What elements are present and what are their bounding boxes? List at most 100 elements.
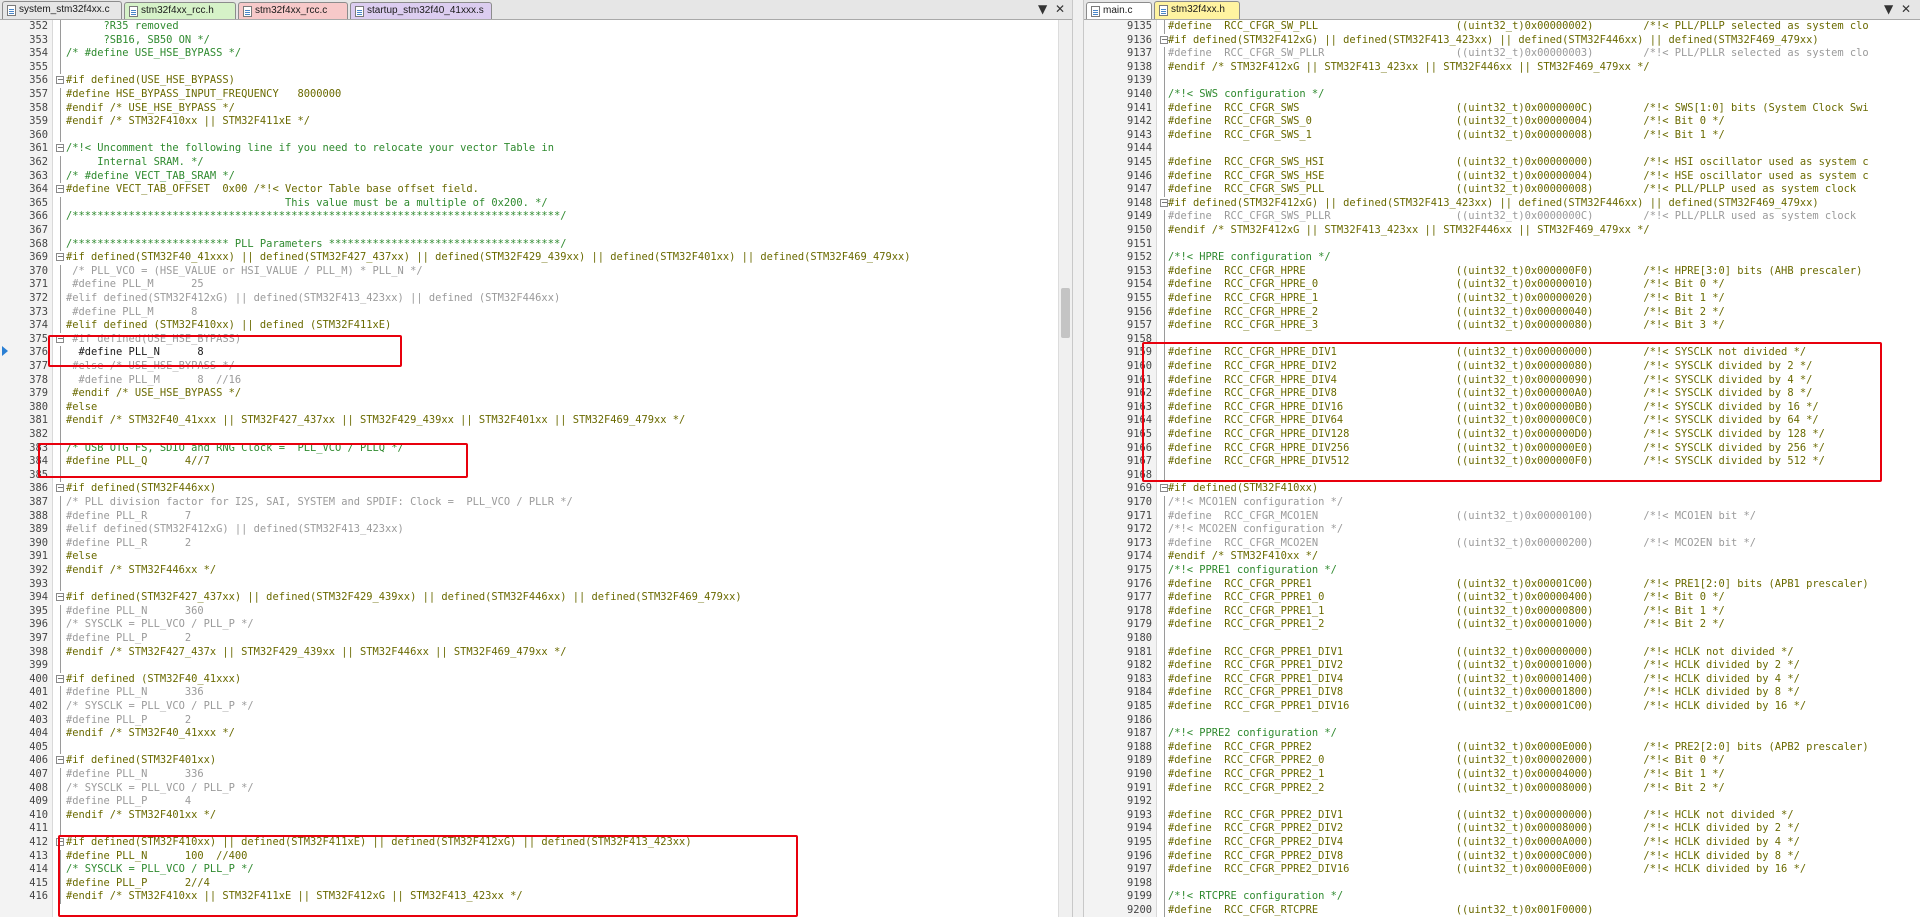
code-line[interactable]: 9156 #define RCC_CFGR_HPRE_2 ((uint32_t)0… [1084, 305, 1920, 320]
code-line[interactable]: 9187 /*!< PPRE2 configuration */ [1084, 727, 1920, 741]
code-line[interactable]: 355 [0, 60, 1072, 75]
code-line[interactable]: 394− #if defined(STM32F427_437xx) || defi… [0, 591, 1072, 605]
code-line[interactable]: 405 [0, 740, 1072, 755]
code-line[interactable]: 9198 [1084, 876, 1920, 891]
code-line[interactable]: 9140 /*!< SWS configuration */ [1084, 88, 1920, 102]
code-line[interactable]: 393 [0, 577, 1072, 592]
code-line[interactable]: 414 /* SYSCLK = PLL_VCO / PLL_P */ [0, 863, 1072, 877]
code-line[interactable]: 9194 #define RCC_CFGR_PPRE2_DIV2 ((uint32… [1084, 822, 1920, 836]
code-line[interactable]: 409 #define PLL_P 4 [0, 795, 1072, 809]
code-line[interactable]: 404 #endif /* STM32F40_41xxx */ [0, 727, 1072, 741]
fold-toggle-icon[interactable]: − [56, 838, 64, 846]
close-tab-icon[interactable]: ✕ [1901, 2, 1911, 16]
code-line[interactable]: 9169− #if defined(STM32F410xx) [1084, 482, 1920, 496]
code-line[interactable]: 413 #define PLL_N 100 //400 [0, 849, 1072, 864]
tab-list-dropdown-icon[interactable]: ▼ [1884, 2, 1893, 16]
code-line[interactable]: 9141 #define RCC_CFGR_SWS ((uint32_t)0x00… [1084, 101, 1920, 116]
code-line[interactable]: 373 #define PLL_M 8 [0, 305, 1072, 320]
code-line[interactable]: 9137 #define RCC_CFGR_SW_PLLR ((uint32_t)… [1084, 47, 1920, 61]
code-line[interactable]: 378 #define PLL_M 8 //16 [0, 373, 1072, 388]
code-line[interactable]: 9175 /*!< PPRE1 configuration */ [1084, 564, 1920, 578]
code-line[interactable]: 9192 [1084, 795, 1920, 809]
code-line[interactable]: 366 /************************************… [0, 210, 1072, 224]
code-line[interactable]: 9172 /*!< MCO2EN configuration */ [1084, 523, 1920, 537]
code-line[interactable]: 365 This value must be a multiple of 0x2… [0, 196, 1072, 211]
tab-stm32f4xx-rcc-c[interactable]: stm32f4xx_rcc.c [238, 2, 348, 19]
code-line[interactable]: 362 Internal SRAM. */ [0, 156, 1072, 170]
pane-splitter[interactable] [1072, 0, 1084, 917]
code-line[interactable]: 9165 #define RCC_CFGR_HPRE_DIV128 ((uint3… [1084, 428, 1920, 442]
fold-toggle-icon[interactable]: − [56, 674, 64, 683]
code-line[interactable]: 388 #define PLL_R 7 [0, 509, 1072, 524]
code-line[interactable]: 361−/*!< Uncomment the following line if… [0, 142, 1072, 156]
fold-toggle-icon[interactable]: − [56, 185, 64, 194]
code-line[interactable]: 9180 [1084, 632, 1920, 646]
code-line[interactable]: 9150 #endif /* STM32F412xG || STM32F413_4… [1084, 224, 1920, 238]
code-line[interactable]: 367 [0, 224, 1072, 238]
fold-toggle-icon[interactable]: − [56, 76, 64, 85]
code-line[interactable]: 9173 #define RCC_CFGR_MCO2EN ((uint32_t)0… [1084, 536, 1920, 551]
code-line[interactable]: 9161 #define RCC_CFGR_HPRE_DIV4 ((uint32_… [1084, 373, 1920, 388]
close-tab-icon[interactable]: ✕ [1055, 2, 1065, 16]
code-line[interactable]: 9186 [1084, 713, 1920, 728]
code-line[interactable]: 371 #define PLL_M 25 [0, 278, 1072, 292]
code-line[interactable]: 399 [0, 659, 1072, 673]
code-line[interactable]: 9195 #define RCC_CFGR_PPRE2_DIV4 ((uint32… [1084, 836, 1920, 850]
code-line[interactable]: 374 #elif defined (STM32F410xx) || define… [0, 319, 1072, 333]
code-line[interactable]: 396 /* SYSCLK = PLL_VCO / PLL_P */ [0, 618, 1072, 632]
code-line[interactable]: 9197 #define RCC_CFGR_PPRE2_DIV16 ((uint3… [1084, 863, 1920, 877]
code-line[interactable]: 368 /************************* PLL Parame… [0, 237, 1072, 252]
code-line[interactable]: 372 #elif defined(STM32F412xG) || defined… [0, 292, 1072, 306]
code-line[interactable]: 9148− #if defined(STM32F412xG) || defined… [1084, 197, 1920, 211]
code-line[interactable]: 9143 #define RCC_CFGR_SWS_1 ((uint32_t)0x… [1084, 128, 1920, 143]
code-line[interactable]: 9138 #endif /* STM32F412xG || STM32F413_4… [1084, 60, 1920, 75]
code-line[interactable]: 9182 #define RCC_CFGR_PPRE1_DIV2 ((uint32… [1084, 659, 1920, 673]
code-line[interactable]: 385 [0, 468, 1072, 483]
tab-stm32f4xx-h[interactable]: stm32f4xx.h [1154, 1, 1240, 19]
code-line[interactable]: 416 #endif /* STM32F410xx || STM32F411xE … [0, 890, 1072, 904]
code-line[interactable]: 9167 #define RCC_CFGR_HPRE_DIV512 ((uint3… [1084, 455, 1920, 469]
fold-toggle-icon[interactable]: − [56, 334, 64, 343]
code-line[interactable]: 9151 [1084, 237, 1920, 252]
code-line[interactable]: 9174 #endif /* STM32F410xx */ [1084, 550, 1920, 564]
tab-list-dropdown-icon[interactable]: ▼ [1038, 2, 1047, 16]
code-line[interactable]: 9159 #define RCC_CFGR_HPRE_DIV1 ((uint32_… [1084, 346, 1920, 360]
code-line[interactable]: 364− #define VECT_TAB_OFFSET 0x00 /*!< Ve… [0, 183, 1072, 197]
fold-toggle-icon[interactable]: − [56, 484, 64, 493]
code-line[interactable]: 383 /* USB OTG FS, SDIO and RNG Clock = P… [0, 441, 1072, 456]
code-line[interactable]: 401 #define PLL_N 336 [0, 686, 1072, 700]
code-line[interactable]: 360 [0, 128, 1072, 143]
code-line[interactable]: 390 #define PLL_R 2 [0, 536, 1072, 551]
code-line[interactable]: 354 /* #define USE_HSE_BYPASS */ [0, 47, 1072, 61]
code-line[interactable]: 9158 [1084, 332, 1920, 347]
code-line[interactable]: 398 #endif /* STM32F427_437x || STM32F429… [0, 645, 1072, 660]
code-line[interactable]: 9135 #define RCC_CFGR_SW_PLL ((uint32_t)0… [1084, 20, 1920, 34]
code-line[interactable]: 9183 #define RCC_CFGR_PPRE1_DIV4 ((uint32… [1084, 672, 1920, 687]
code-line[interactable]: 392 #endif /* STM32F446xx */ [0, 564, 1072, 578]
code-line[interactable]: 9147 #define RCC_CFGR_SWS_PLL ((uint32_t)… [1084, 183, 1920, 197]
code-line[interactable]: 9153 #define RCC_CFGR_HPRE ((uint32_t)0x0… [1084, 264, 1920, 279]
code-line[interactable]: 358 #endif /* USE_HSE_BYPASS */ [0, 101, 1072, 116]
code-line[interactable]: 389 #elif defined(STM32F412xG) || defined… [0, 523, 1072, 537]
fold-toggle-icon[interactable]: − [1160, 35, 1168, 44]
code-line[interactable]: 9146 #define RCC_CFGR_SWS_HSE ((uint32_t)… [1084, 169, 1920, 184]
code-line[interactable]: 9168 [1084, 468, 1920, 483]
code-line[interactable]: 357 #define HSE_BYPASS_INPUT_FREQUENCY 80… [0, 88, 1072, 102]
tab-startup-stm32f40-41xxx-s[interactable]: startup_stm32f40_41xxx.s [350, 2, 492, 19]
code-line[interactable]: 384 #define PLL_Q 4//7 [0, 455, 1072, 469]
code-line[interactable]: 9179 #define RCC_CFGR_PPRE1_2 ((uint32_t)… [1084, 618, 1920, 632]
left-vertical-scrollbar[interactable] [1058, 20, 1072, 917]
code-line[interactable]: 370 /* PLL_VCO = (HSE_VALUE or HSI_VALUE… [0, 264, 1072, 279]
code-line[interactable]: 9164 #define RCC_CFGR_HPRE_DIV64 ((uint32… [1084, 414, 1920, 428]
code-line[interactable]: 9176 #define RCC_CFGR_PPRE1 ((uint32_t)0x… [1084, 577, 1920, 592]
code-line[interactable]: 9185 #define RCC_CFGR_PPRE1_DIV16 ((uint3… [1084, 700, 1920, 714]
code-line[interactable]: 9142 #define RCC_CFGR_SWS_0 ((uint32_t)0x… [1084, 115, 1920, 129]
code-line[interactable]: 379 #endif /* USE_HSE_BYPASS */ [0, 387, 1072, 401]
code-line[interactable]: 375− #if defined(USE_HSE_BYPASS) [0, 333, 1072, 347]
code-line[interactable]: 376 #define PLL_N 8 [0, 346, 1072, 360]
code-line[interactable]: 386− #if defined(STM32F446xx) [0, 482, 1072, 496]
code-line[interactable]: 9178 #define RCC_CFGR_PPRE1_1 ((uint32_t)… [1084, 604, 1920, 619]
code-line[interactable]: 9184 #define RCC_CFGR_PPRE1_DIV8 ((uint32… [1084, 686, 1920, 700]
code-line[interactable]: 403 #define PLL_P 2 [0, 713, 1072, 728]
code-line[interactable]: 400− #if defined (STM32F40_41xxx) [0, 673, 1072, 687]
